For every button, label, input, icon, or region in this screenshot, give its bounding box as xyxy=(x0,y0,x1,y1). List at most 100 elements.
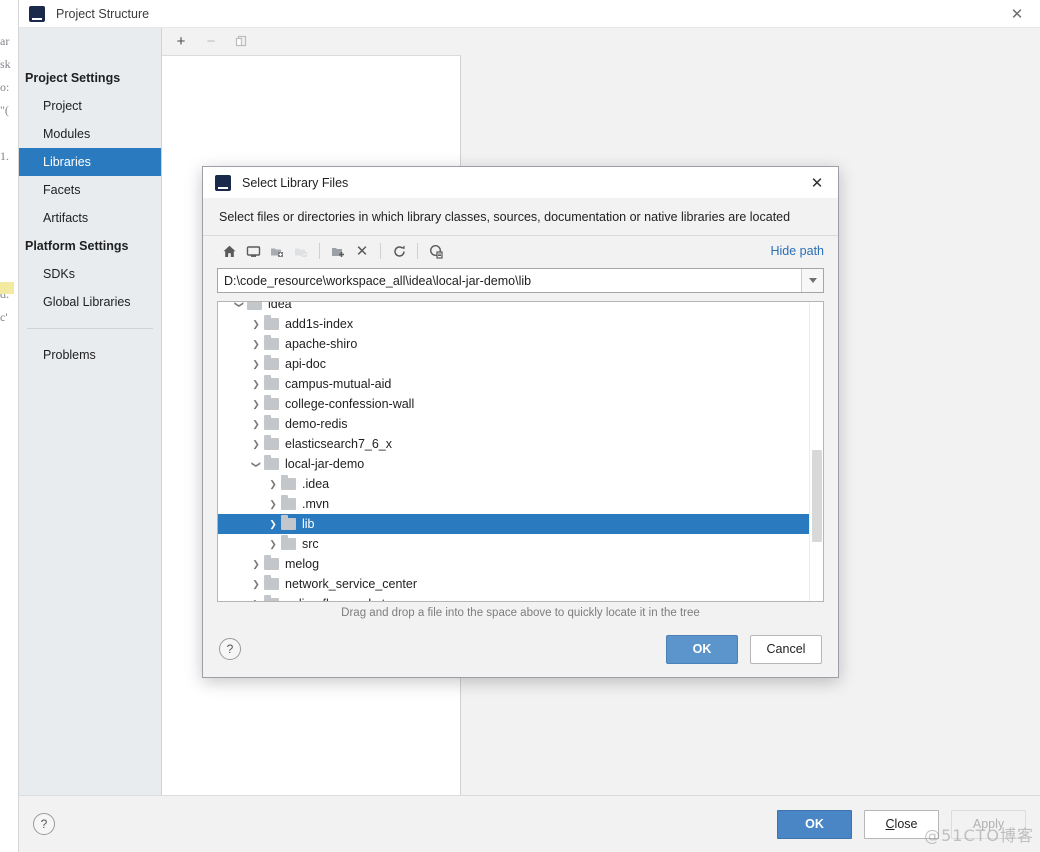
chevron-right-icon[interactable]: ❯ xyxy=(265,499,281,510)
tree-node-label: add1s-index xyxy=(285,317,353,331)
chevron-down-icon[interactable]: ❯ xyxy=(251,456,262,472)
sidebar-item-libraries[interactable]: Libraries xyxy=(19,148,161,176)
tree-node-online-flea-market[interactable]: ❯online-flea-market xyxy=(218,594,823,601)
dialog-footer: ? OK Cancel xyxy=(203,621,838,677)
sidebar-item-artifacts[interactable]: Artifacts xyxy=(19,204,161,232)
close-button[interactable]: Close xyxy=(864,810,939,839)
chevron-right-icon[interactable]: ❯ xyxy=(248,359,264,370)
tree-node-campus-mutual-aid[interactable]: ❯ campus-mutual-aid xyxy=(218,374,823,394)
folder-icon xyxy=(281,478,296,490)
chevron-right-icon[interactable]: ❯ xyxy=(248,339,264,350)
sidebar-item-sdks[interactable]: SDKs xyxy=(19,260,161,288)
tree-node-label: local-jar-demo xyxy=(285,457,364,471)
tree-node-add1s-index[interactable]: ❯ add1s-index xyxy=(218,314,823,334)
drag-drop-hint: Drag and drop a file into the space abov… xyxy=(203,602,838,621)
tree-node-idea[interactable]: ❯idea xyxy=(218,302,823,314)
refresh-icon[interactable] xyxy=(387,240,411,262)
desktop-icon[interactable] xyxy=(241,240,265,262)
new-folder-icon[interactable] xyxy=(326,240,350,262)
folder-icon xyxy=(264,398,279,410)
dialog-subtitle: Select files or directories in which lib… xyxy=(203,198,838,235)
show-hidden-icon[interactable] xyxy=(424,240,448,262)
page-title: Project Structure xyxy=(56,7,149,21)
chevron-right-icon[interactable]: ❯ xyxy=(248,399,264,410)
tree-node-label: .mvn xyxy=(302,497,329,511)
path-field[interactable]: D:\code_resource\workspace_all\idea\loca… xyxy=(217,268,824,293)
chevron-right-icon[interactable]: ❯ xyxy=(248,599,264,602)
chevron-right-icon[interactable]: ❯ xyxy=(265,479,281,490)
copy-library-icon[interactable] xyxy=(232,33,250,51)
file-tree-scroll[interactable]: ❯idea❯add1s-index❯apache-shiro❯api-doc❯c… xyxy=(218,302,823,601)
path-row: D:\code_resource\workspace_all\idea\loca… xyxy=(203,266,838,301)
tree-node-network-service-center[interactable]: ❯network_service_center xyxy=(218,574,823,594)
sidebar-group-platform-settings: Platform Settings xyxy=(19,232,161,260)
ok-button[interactable]: OK xyxy=(777,810,852,839)
tree-node-lib[interactable]: ❯lib xyxy=(218,514,823,534)
add-library-button[interactable]: + xyxy=(172,33,190,51)
sidebar-item-modules[interactable]: Modules xyxy=(19,120,161,148)
dialog-ok-button[interactable]: OK xyxy=(666,635,738,664)
tree-scrollbar-thumb[interactable] xyxy=(812,450,822,542)
chevron-right-icon[interactable]: ❯ xyxy=(248,439,264,450)
delete-icon[interactable]: ✕ xyxy=(350,240,374,262)
help-button[interactable]: ? xyxy=(33,813,55,835)
folder-icon xyxy=(264,438,279,450)
chevron-right-icon[interactable]: ❯ xyxy=(265,539,281,550)
chevron-right-icon[interactable]: ❯ xyxy=(248,419,264,430)
toolbar-divider-3 xyxy=(417,243,418,259)
dialog-intellij-logo-icon xyxy=(215,175,231,191)
tree-node-label: college-confession-wall xyxy=(285,397,414,411)
folder-icon xyxy=(264,458,279,470)
sidebar-item-facets[interactable]: Facets xyxy=(19,176,161,204)
tree-node-college-confession-wall[interactable]: ❯ college-confession-wall xyxy=(218,394,823,414)
tree-scrollbar[interactable] xyxy=(809,302,823,601)
file-tree[interactable]: ❯idea❯add1s-index❯apache-shiro❯api-doc❯c… xyxy=(217,301,824,602)
sidebar-item-project[interactable]: Project xyxy=(19,92,161,120)
folder-icon xyxy=(281,518,296,530)
tree-node-elasticsearch7-6-x[interactable]: ❯ elasticsearch7_6_x xyxy=(218,434,823,454)
tree-node-label: .idea xyxy=(302,477,329,491)
dialog-help-button[interactable]: ? xyxy=(219,638,241,660)
tree-node-src[interactable]: ❯ src xyxy=(218,534,823,554)
tree-node-melog[interactable]: ❯melog xyxy=(218,554,823,574)
expand-all-icon[interactable] xyxy=(265,240,289,262)
tree-node-idea[interactable]: ❯ .idea xyxy=(218,474,823,494)
collapse-all-icon[interactable] xyxy=(289,240,313,262)
toolbar-divider xyxy=(319,243,320,259)
tree-node-label: campus-mutual-aid xyxy=(285,377,391,391)
close-button-mnemonic: C xyxy=(886,817,895,831)
folder-icon xyxy=(264,418,279,430)
hide-path-link[interactable]: Hide path xyxy=(770,244,824,258)
dialog-cancel-button[interactable]: Cancel xyxy=(750,635,822,664)
folder-icon xyxy=(264,378,279,390)
chevron-right-icon[interactable]: ❯ xyxy=(248,319,264,330)
chevron-right-icon[interactable]: ❯ xyxy=(248,379,264,390)
folder-icon xyxy=(264,358,279,370)
path-dropdown-button[interactable] xyxy=(801,269,823,292)
chevron-right-icon[interactable]: ❯ xyxy=(265,519,281,530)
folder-icon xyxy=(281,498,296,510)
tree-node-label: src xyxy=(302,537,319,551)
tree-node-mvn[interactable]: ❯ .mvn xyxy=(218,494,823,514)
close-icon[interactable]: ✕ xyxy=(994,0,1040,28)
folder-icon xyxy=(264,338,279,350)
tree-node-label: api-doc xyxy=(285,357,326,371)
chevron-right-icon[interactable]: ❯ xyxy=(248,579,264,590)
path-input[interactable]: D:\code_resource\workspace_all\idea\loca… xyxy=(218,274,801,288)
tree-node-apache-shiro[interactable]: ❯apache-shiro xyxy=(218,334,823,354)
home-icon[interactable] xyxy=(217,240,241,262)
dialog-close-icon[interactable]: ✕ xyxy=(796,167,838,198)
sidebar-item-problems[interactable]: Problems xyxy=(19,341,161,369)
close-button-label: lose xyxy=(895,817,918,831)
sidebar-item-global-libraries[interactable]: Global Libraries xyxy=(19,288,161,316)
chevron-right-icon[interactable]: ❯ xyxy=(248,559,264,570)
apply-button[interactable]: Apply xyxy=(951,810,1026,839)
remove-library-button[interactable]: − xyxy=(202,33,220,51)
tree-node-label: elasticsearch7_6_x xyxy=(285,437,392,451)
tree-node-local-jar-demo[interactable]: ❯ local-jar-demo xyxy=(218,454,823,474)
tree-node-label: demo-redis xyxy=(285,417,348,431)
folder-icon xyxy=(264,578,279,590)
tree-node-api-doc[interactable]: ❯ api-doc xyxy=(218,354,823,374)
tree-node-demo-redis[interactable]: ❯ demo-redis xyxy=(218,414,823,434)
chevron-down-icon[interactable]: ❯ xyxy=(234,302,245,312)
